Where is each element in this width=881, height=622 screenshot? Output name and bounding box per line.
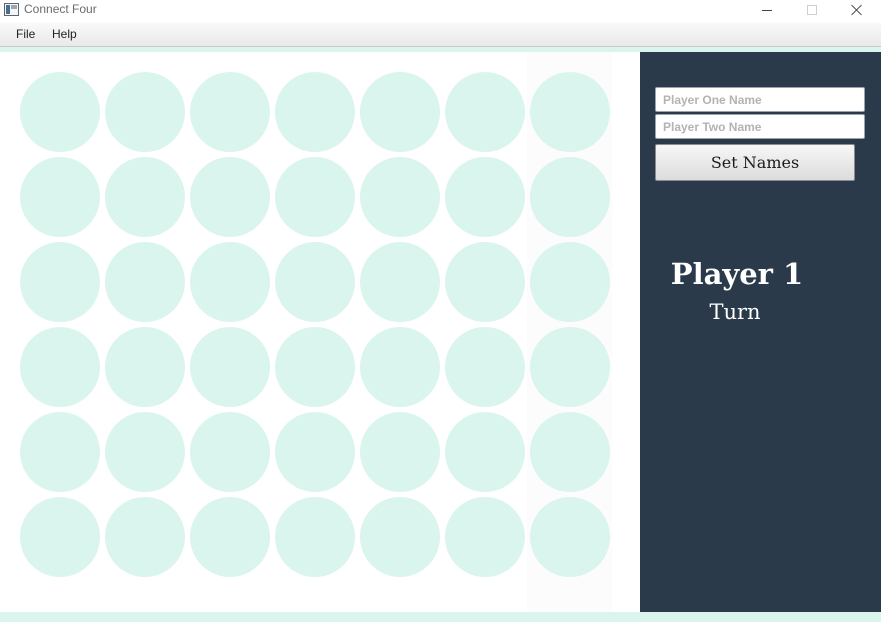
board-slot[interactable]	[105, 497, 185, 577]
board-slot[interactable]	[445, 242, 525, 322]
turn-label: Turn	[709, 300, 761, 324]
board-slot[interactable]	[105, 327, 185, 407]
close-button[interactable]	[834, 0, 879, 20]
minimize-icon	[761, 9, 772, 11]
board-slot[interactable]	[360, 72, 440, 152]
board-slot[interactable]	[445, 157, 525, 237]
board-slot[interactable]	[360, 242, 440, 322]
board-slot[interactable]	[20, 157, 100, 237]
board-slot[interactable]	[445, 72, 525, 152]
player-one-name-input[interactable]	[655, 87, 865, 112]
board-column-7[interactable]	[527, 52, 612, 612]
board-slot[interactable]	[190, 157, 270, 237]
bottom-divider-strip	[0, 612, 881, 622]
board-slot[interactable]	[190, 242, 270, 322]
player-two-name-input[interactable]	[655, 114, 865, 139]
set-names-button[interactable]: Set Names	[655, 144, 855, 181]
board-column-2[interactable]	[102, 52, 187, 612]
menu-help[interactable]: Help	[52, 27, 77, 41]
window-title: Connect Four	[24, 2, 97, 16]
app-icon	[4, 3, 19, 16]
board-column-6[interactable]	[442, 52, 527, 612]
board-slot[interactable]	[105, 412, 185, 492]
menu-file[interactable]: File	[16, 27, 35, 41]
board-slot[interactable]	[190, 412, 270, 492]
board-column-4[interactable]	[272, 52, 357, 612]
board-column-1[interactable]	[17, 52, 102, 612]
board-column-3[interactable]	[187, 52, 272, 612]
board-column-5[interactable]	[357, 52, 442, 612]
board-slot[interactable]	[360, 412, 440, 492]
board-slot[interactable]	[190, 327, 270, 407]
board-slot[interactable]	[20, 497, 100, 577]
board-slot[interactable]	[105, 157, 185, 237]
board-slot[interactable]	[530, 497, 610, 577]
board-slot[interactable]	[20, 327, 100, 407]
board-slot[interactable]	[360, 157, 440, 237]
board-slot[interactable]	[190, 497, 270, 577]
board-slot[interactable]	[445, 497, 525, 577]
board-slot[interactable]	[275, 242, 355, 322]
board-slot[interactable]	[275, 72, 355, 152]
title-bar: Connect Four	[0, 0, 881, 22]
board-slot[interactable]	[530, 412, 610, 492]
board-slot[interactable]	[275, 412, 355, 492]
board-slot[interactable]	[360, 497, 440, 577]
board-slot[interactable]	[360, 327, 440, 407]
board-slot[interactable]	[530, 242, 610, 322]
board-slot[interactable]	[105, 72, 185, 152]
close-icon	[851, 4, 863, 16]
board-slot[interactable]	[20, 242, 100, 322]
board-slot[interactable]	[445, 327, 525, 407]
game-board	[0, 52, 640, 612]
board-slot[interactable]	[275, 157, 355, 237]
menu-bar: File Help	[0, 22, 881, 47]
board-slot[interactable]	[530, 72, 610, 152]
board-slot[interactable]	[275, 497, 355, 577]
board-slot[interactable]	[275, 327, 355, 407]
board-slot[interactable]	[445, 412, 525, 492]
board-slot[interactable]	[190, 72, 270, 152]
sidebar-panel: Set Names Player 1 Turn	[640, 52, 881, 612]
maximize-icon	[806, 5, 817, 15]
maximize-button[interactable]	[789, 0, 834, 20]
board-slot[interactable]	[530, 157, 610, 237]
minimize-button[interactable]	[744, 0, 789, 20]
board-slot[interactable]	[20, 72, 100, 152]
board-slot[interactable]	[105, 242, 185, 322]
board-slot[interactable]	[530, 327, 610, 407]
current-player-label: Player 1	[670, 257, 804, 291]
board-slot[interactable]	[20, 412, 100, 492]
